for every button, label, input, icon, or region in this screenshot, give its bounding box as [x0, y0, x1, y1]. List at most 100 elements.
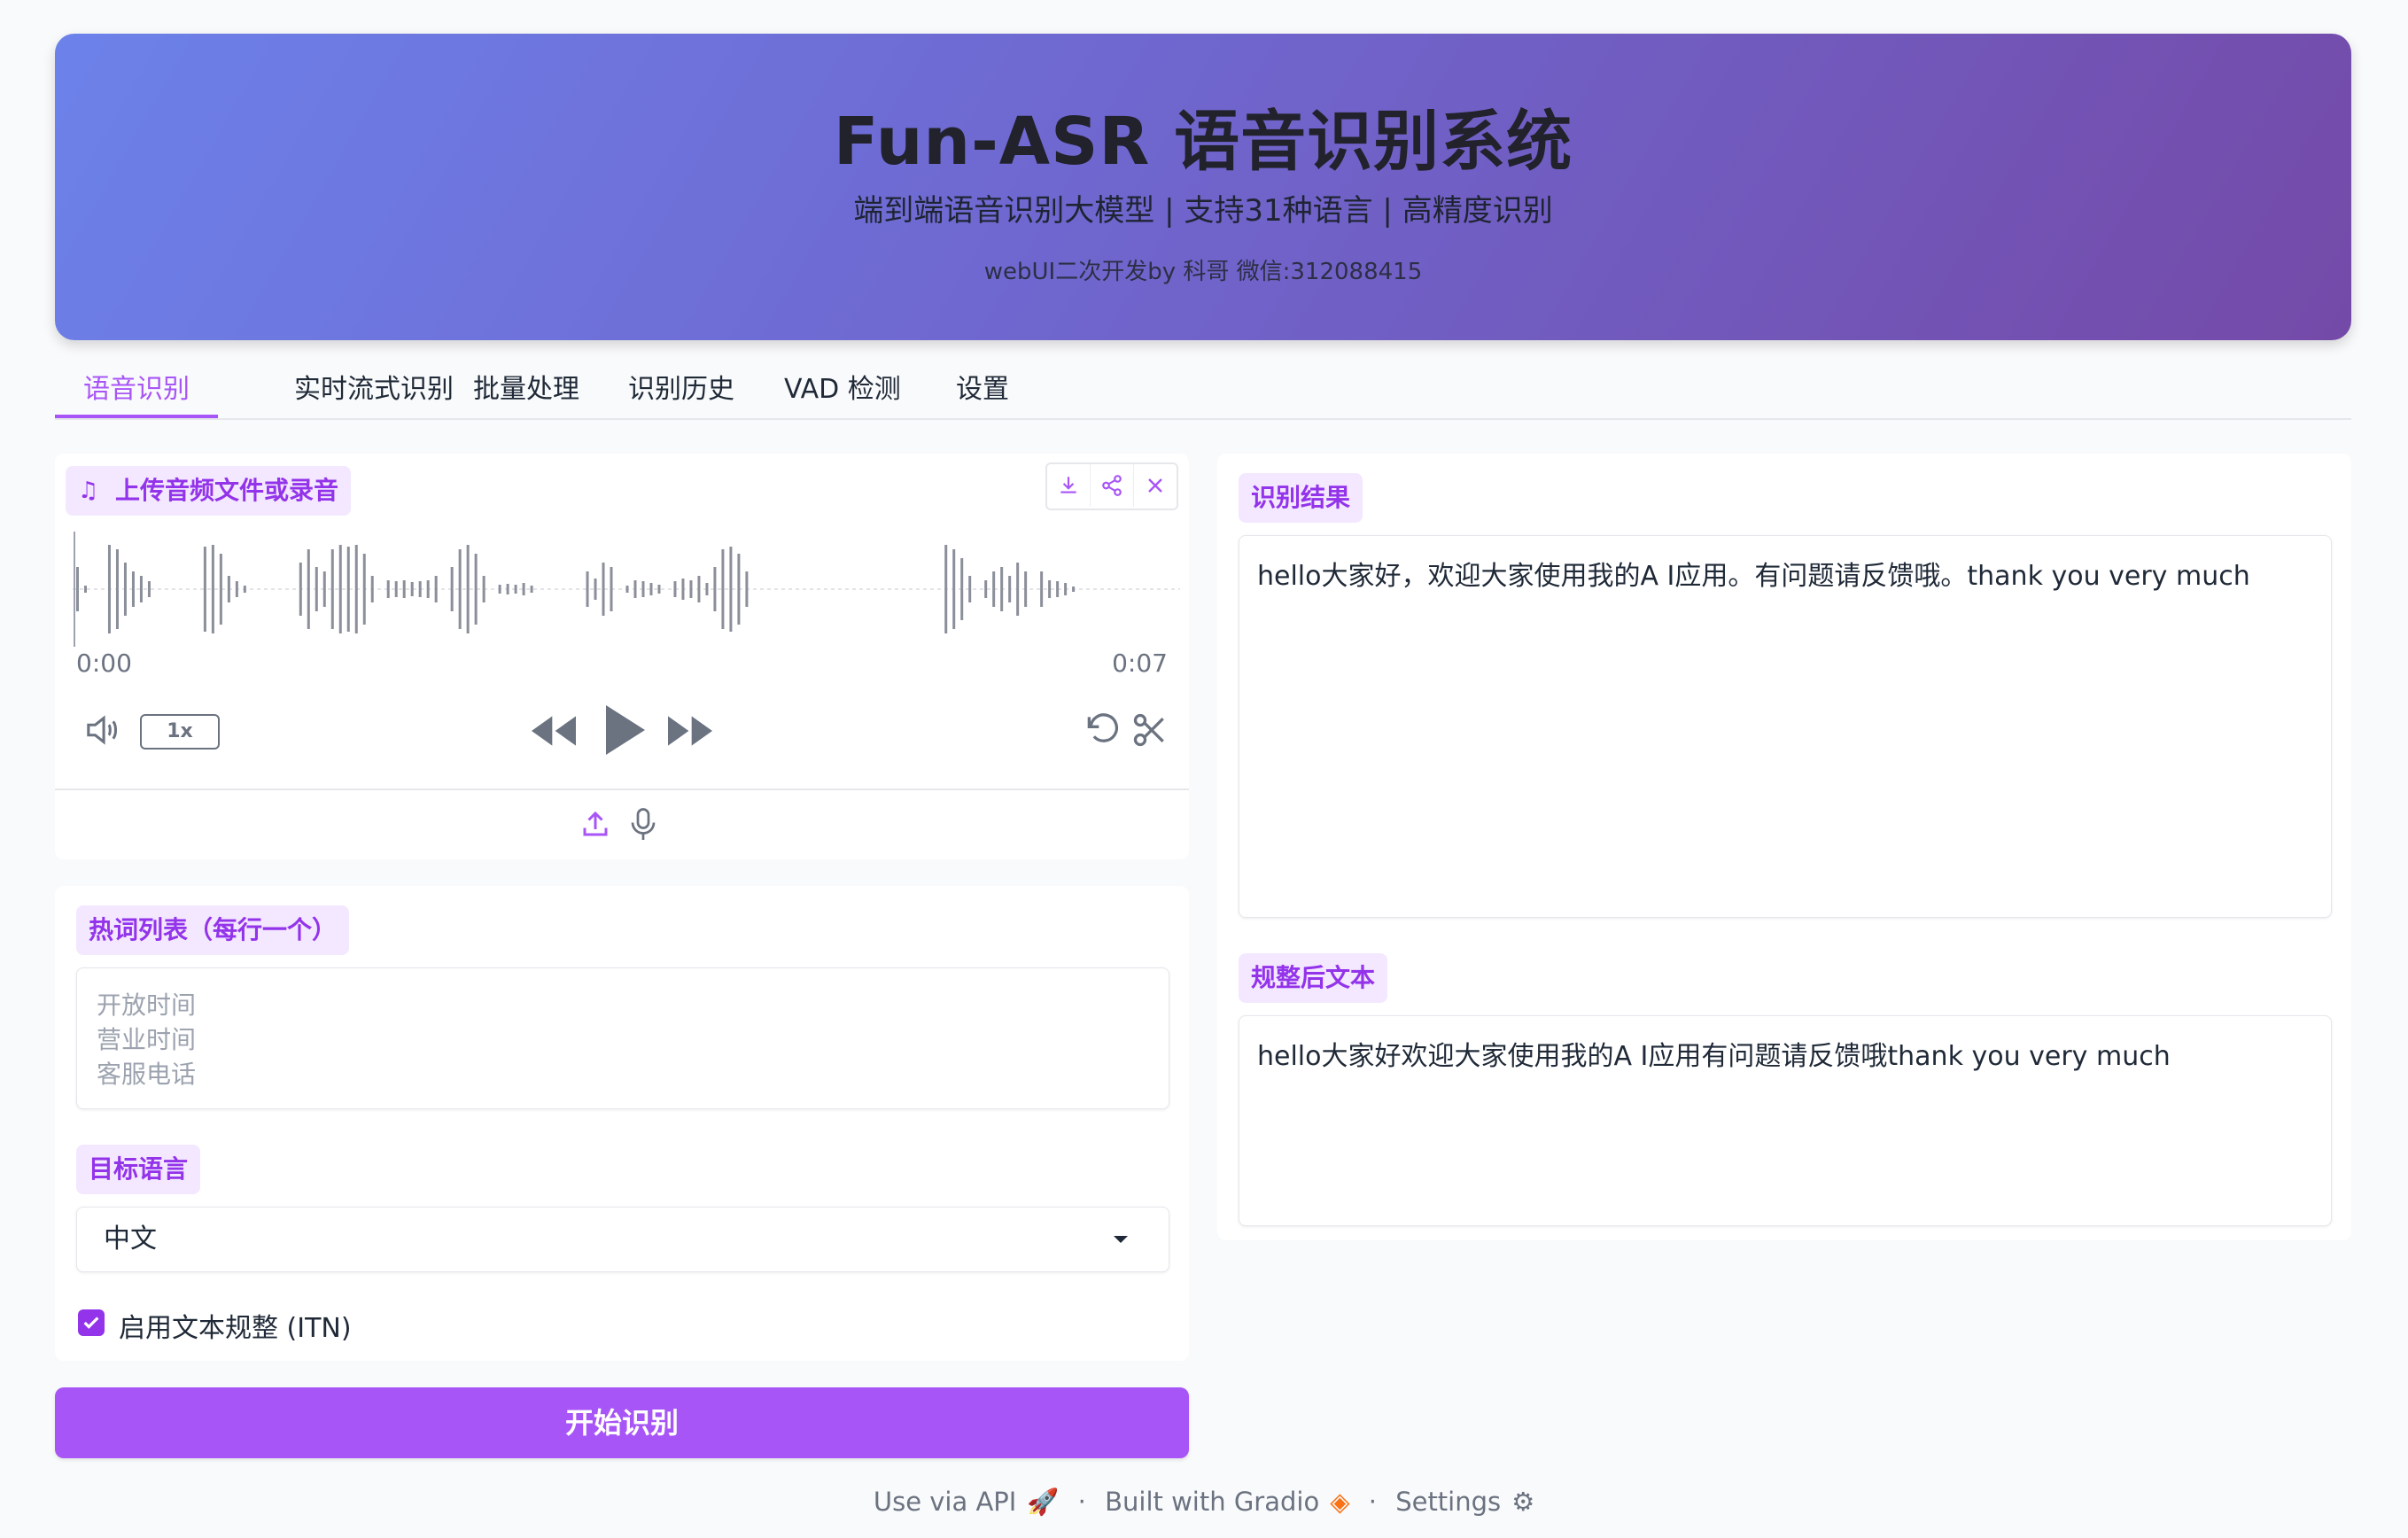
current-time: 0:00	[76, 649, 132, 678]
result-textbox[interactable]: hello大家好，欢迎大家使用我的A I应用。有问题请反馈哦。thank you…	[1239, 535, 2332, 918]
itn-checkbox[interactable]	[78, 1309, 105, 1336]
waveform-bar	[307, 549, 310, 629]
waveform-bar	[131, 571, 135, 607]
tab-batch[interactable]: 批量处理	[445, 370, 608, 415]
rocket-icon: 🚀	[1027, 1487, 1060, 1517]
gear-icon: ⚙	[1511, 1487, 1535, 1517]
footer: Use via API 🚀 · Built with Gradio ◈ · Sett…	[0, 1487, 2408, 1518]
hotwords-textarea[interactable]: 开放时间 营业时间 客服电话	[76, 967, 1169, 1109]
start-recognition-button[interactable]: 开始识别	[55, 1387, 1189, 1458]
duration: 0:07	[1112, 649, 1168, 678]
waveform-bar	[530, 586, 533, 593]
waveform-bar	[466, 545, 470, 633]
waveform-bar	[641, 581, 645, 597]
waveform-bar	[633, 580, 637, 598]
tab-settings[interactable]: 设置	[928, 370, 1037, 415]
waveform-bar	[713, 567, 717, 611]
waveform-bar	[394, 581, 398, 597]
audio-label: 上传音频文件或录音	[115, 476, 339, 505]
waveform-bar	[952, 549, 956, 629]
audio-source-bar	[55, 788, 1189, 861]
waveform-bar	[107, 545, 111, 633]
waveform-bar	[147, 581, 151, 597]
waveform-bar	[354, 545, 358, 633]
waveform-bar	[586, 571, 589, 607]
music-note-icon: ♫	[78, 478, 99, 504]
waveform-bar	[211, 545, 214, 633]
chevron-down-icon	[1114, 1236, 1128, 1243]
results-panel: 识别结果 hello大家好，欢迎大家使用我的A I应用。有问题请反馈哦。than…	[1217, 454, 2351, 1240]
waveform-bar	[992, 571, 996, 607]
upload-icon[interactable]	[579, 808, 611, 843]
hotwords-placeholder: 开放时间 营业时间 客服电话	[97, 988, 196, 1091]
waveform-bar	[1008, 576, 1012, 602]
waveform-bar	[123, 563, 127, 616]
gradio-logo-icon: ◈	[1330, 1487, 1350, 1517]
waveform-bar	[657, 585, 661, 594]
waveform-bar	[602, 563, 605, 616]
page-subtitle: 端到端语音识别大模型 | 支持31种语言 | 高精度识别	[853, 193, 1553, 229]
waveform-bar	[745, 571, 749, 607]
waveform-bar	[386, 580, 390, 598]
waveform-bar	[299, 563, 302, 616]
waveform-bar	[450, 567, 454, 611]
share-icon[interactable]	[1091, 464, 1134, 507]
language-select[interactable]: 中文	[76, 1207, 1169, 1272]
volume-icon[interactable]	[85, 712, 126, 751]
app-header: Fun-ASR 语音识别系统 端到端语音识别大模型 | 支持31种语言 | 高精…	[55, 34, 2351, 340]
playback-rate-button[interactable]: 1x	[140, 714, 220, 750]
rewind-icon[interactable]	[532, 716, 576, 750]
waveform-bar	[1016, 563, 1020, 616]
tab-history[interactable]: 识别历史	[600, 370, 763, 415]
waveform-bar	[362, 554, 366, 625]
close-icon[interactable]	[1134, 464, 1177, 507]
waveform-bar	[322, 571, 326, 607]
waveform-bar	[482, 576, 485, 602]
credit-text: webUI二次开发by 科哥 微信:312088415	[983, 259, 1423, 285]
audio-actions	[1045, 462, 1178, 510]
waveform-bar	[410, 582, 414, 596]
settings-link[interactable]: Settings	[1395, 1487, 1501, 1517]
waveform-bar	[673, 581, 677, 597]
fast-forward-icon[interactable]	[668, 716, 712, 750]
microphone-icon[interactable]	[627, 806, 659, 845]
waveform-bar	[514, 585, 517, 594]
waveform-bar	[370, 576, 374, 602]
waveform-bar	[315, 567, 318, 611]
api-link[interactable]: Use via API	[874, 1487, 1016, 1517]
play-icon[interactable]	[602, 705, 645, 758]
waveform-bar	[1040, 571, 1044, 607]
reset-icon[interactable]	[1083, 711, 1122, 753]
waveform-bar	[243, 586, 246, 593]
waveform-bar	[418, 581, 422, 597]
waveform-bar	[498, 585, 501, 594]
language-label: 目标语言	[76, 1145, 201, 1194]
waveform-bar	[960, 558, 964, 620]
tab-vad[interactable]: VAD 检测	[756, 370, 929, 415]
waveform-bar	[697, 576, 701, 602]
trim-icon[interactable]	[1130, 711, 1169, 753]
waveform-bar	[737, 554, 741, 625]
hotword-line: 营业时间	[97, 1025, 197, 1054]
waveform-bar	[705, 583, 709, 595]
waveform-bar	[434, 576, 438, 602]
normalized-textbox[interactable]: hello大家好欢迎大家使用我的A I应用有问题请反馈哦thank you ve…	[1239, 1015, 2332, 1226]
waveform-bar	[330, 549, 334, 629]
waveform-bar	[968, 576, 972, 602]
waveform-bar	[681, 579, 685, 600]
hotword-line: 客服电话	[97, 1060, 197, 1089]
waveform[interactable]	[73, 532, 1180, 647]
waveform-bar	[721, 549, 725, 629]
waveform-bar	[458, 549, 462, 629]
waveform-bar	[426, 580, 430, 598]
waveform-bar	[522, 583, 525, 595]
download-icon[interactable]	[1047, 464, 1091, 507]
tab-speech-recognition[interactable]: 语音识别	[55, 370, 218, 418]
gradio-link[interactable]: Built with Gradio	[1105, 1487, 1319, 1517]
tab-bar: 语音识别 实时流式识别 批量处理 识别历史 VAD 检测 设置	[55, 365, 2351, 420]
waveform-bar	[219, 554, 222, 625]
result-text: hello大家好，欢迎大家使用我的A I应用。有问题请反馈哦。thank you…	[1257, 561, 2250, 592]
waveform-bar	[474, 554, 478, 625]
result-label: 识别结果	[1239, 473, 1363, 523]
audio-panel: ♫ 上传音频文件或录音 0:00 0:07 1x	[55, 454, 1189, 859]
